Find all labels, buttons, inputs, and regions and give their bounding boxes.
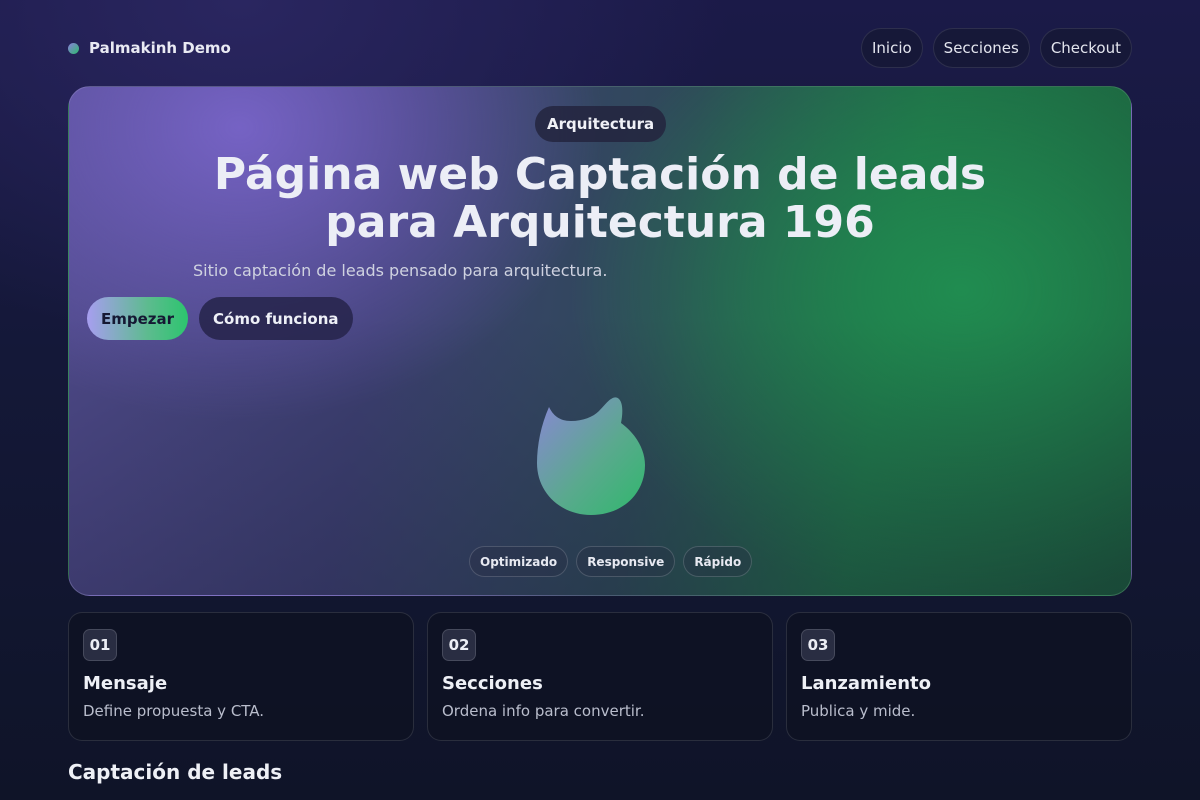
step-number: 03 (801, 629, 835, 661)
step-description: Publica y mide. (801, 702, 916, 720)
step-card: 02 Secciones Ordena info para convertir. (427, 612, 773, 741)
brand-dot-icon (68, 42, 79, 54)
chip-responsive: Responsive (576, 546, 676, 577)
hero-subtitle: Sitio captación de leads pensado para ar… (193, 261, 608, 280)
category-badge: Arquitectura (535, 106, 667, 142)
nav-link-checkout[interactable]: Checkout (1039, 28, 1132, 68)
hero-title: Página web Captación de leads para Arqui… (213, 149, 987, 248)
step-description: Define propuesta y CTA. (83, 702, 265, 720)
chip-rapido: Rápido (683, 546, 753, 577)
step-title: Mensaje (83, 673, 168, 694)
feature-chips: Optimizado Responsive Rápido (469, 546, 753, 577)
step-title: Lanzamiento (801, 673, 931, 694)
nav-links: Inicio Secciones Checkout (860, 28, 1132, 68)
hero-card: Arquitectura Página web Captación de lea… (68, 86, 1132, 596)
section-title: Captación de leads (68, 760, 283, 784)
nav-link-inicio[interactable]: Inicio (860, 28, 923, 68)
start-button[interactable]: Empezar (87, 297, 189, 340)
steps-row: 01 Mensaje Define propuesta y CTA. 02 Se… (68, 612, 1132, 741)
nav-link-secciones[interactable]: Secciones (932, 28, 1030, 68)
step-number: 01 (83, 629, 117, 661)
step-number: 02 (442, 629, 476, 661)
hero-blob-illustration-icon (537, 397, 645, 515)
brand-name: Palmakinh Demo (89, 39, 231, 57)
top-nav: Palmakinh Demo Inicio Secciones Checkout (68, 28, 1132, 68)
step-description: Ordena info para convertir. (442, 702, 645, 720)
step-title: Secciones (442, 673, 543, 694)
chip-optimizado: Optimizado (469, 546, 569, 577)
step-card: 03 Lanzamiento Publica y mide. (786, 612, 1132, 741)
cta-row: Empezar Cómo funciona (87, 297, 353, 340)
step-card: 01 Mensaje Define propuesta y CTA. (68, 612, 414, 741)
how-it-works-button[interactable]: Cómo funciona (199, 297, 353, 340)
brand[interactable]: Palmakinh Demo (68, 39, 231, 57)
